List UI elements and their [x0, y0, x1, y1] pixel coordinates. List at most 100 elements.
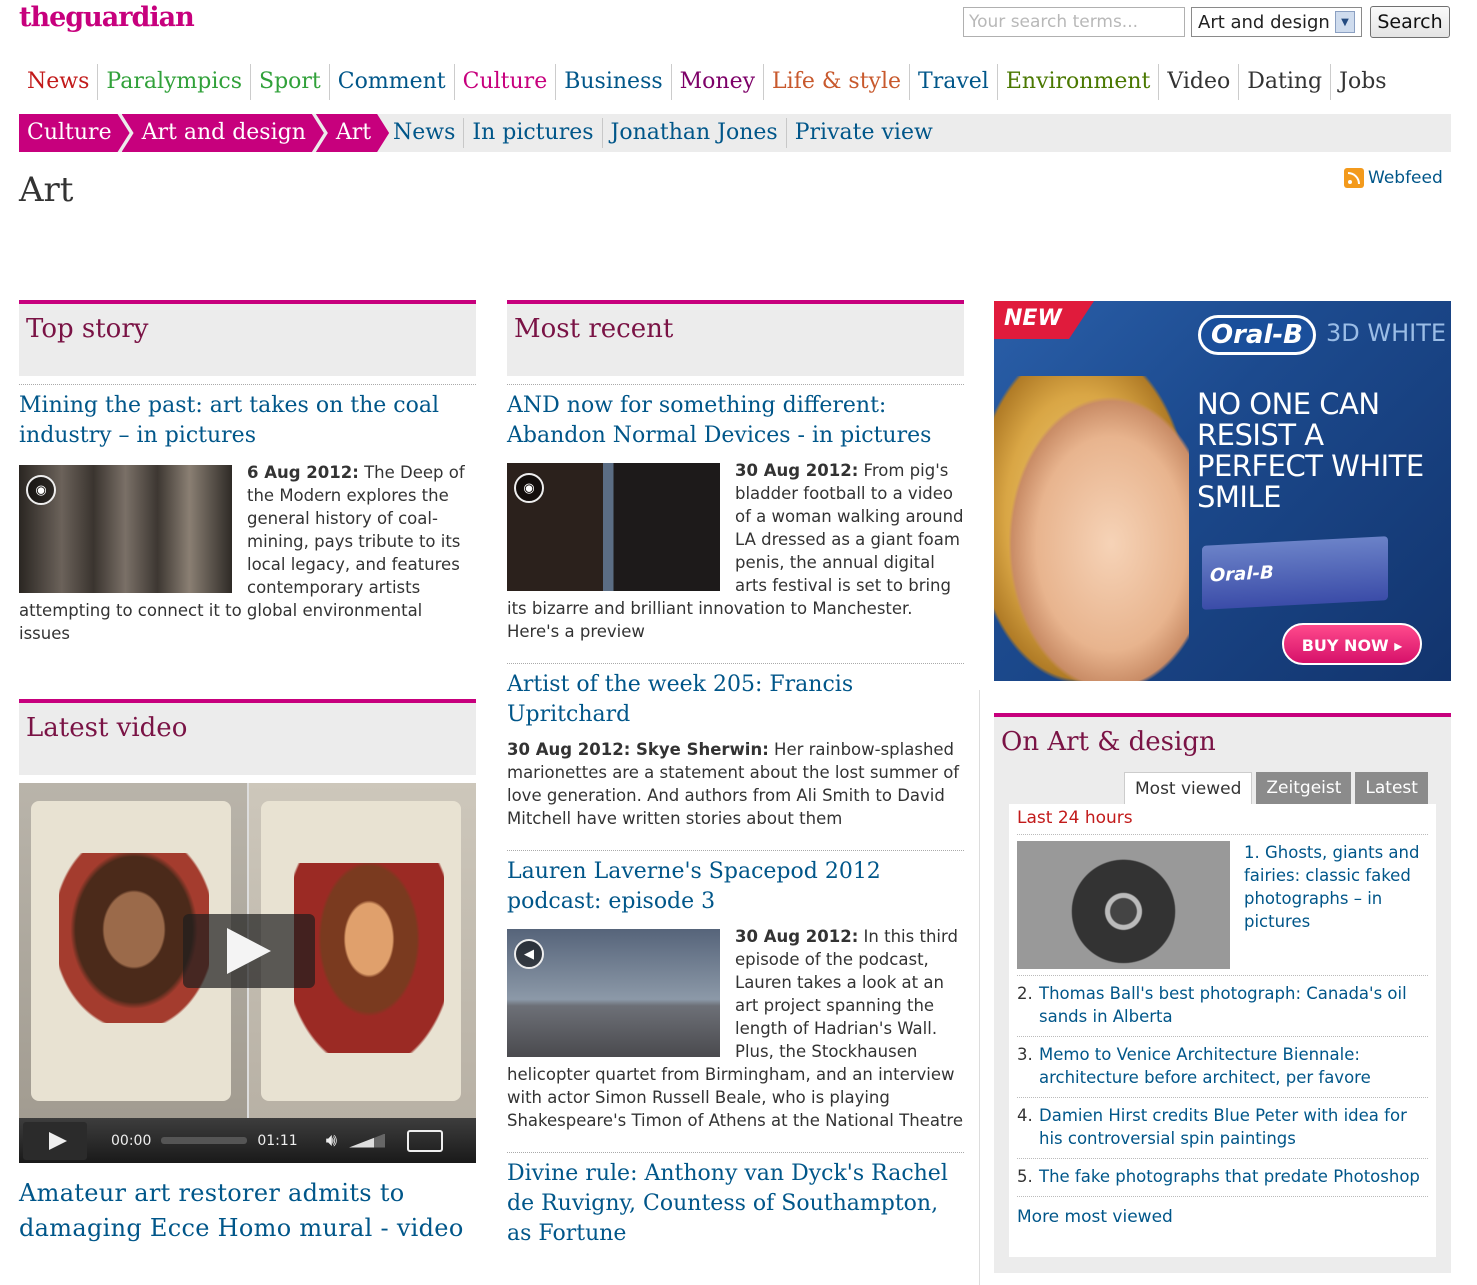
top-story-heading: Top story — [26, 314, 149, 344]
rank-number: 2. — [1017, 984, 1033, 1003]
most-viewed-item: 5. The fake photographs that predate Phot… — [1017, 1159, 1428, 1197]
rss-icon — [1344, 168, 1364, 188]
faked-photographs-photo[interactable] — [1017, 841, 1230, 969]
most-viewed-link[interactable]: Damien Hirst credits Blue Peter with ide… — [1039, 1104, 1428, 1150]
nav-news[interactable]: News — [19, 64, 99, 100]
item-date: 30 Aug 2012: — [735, 461, 859, 480]
webfeed-label: Webfeed — [1368, 168, 1443, 188]
on-art-heading: On Art & design — [1001, 727, 1216, 757]
page-title: Art — [19, 170, 74, 210]
nav-business[interactable]: Business — [556, 64, 672, 100]
video-controls: 00:00 01:11 🔊︎ — [19, 1118, 476, 1163]
latest-video-section: Latest video — [19, 699, 476, 775]
most-viewed-link[interactable]: Memo to Venice Architecture Biennale: ar… — [1039, 1043, 1428, 1089]
most-viewed-link[interactable]: The fake photographs that predate Photos… — [1039, 1165, 1420, 1188]
section-select-value: Art and design — [1198, 11, 1330, 33]
nav-dating[interactable]: Dating — [1239, 64, 1332, 100]
most-recent-headline[interactable]: Divine rule: Anthony van Dyck's Rachel d… — [507, 1159, 964, 1249]
most-viewed-link[interactable]: 1. Ghosts, giants and fairies: classic f… — [1244, 841, 1428, 969]
volume-icon[interactable]: 🔊︎ — [326, 1130, 337, 1151]
most-viewed-item: 4. Damien Hirst credits Blue Peter with i… — [1017, 1098, 1428, 1159]
most-viewed-period: Last 24 hours — [1017, 808, 1428, 835]
webfeed-link[interactable]: Webfeed — [1344, 168, 1443, 188]
subnav-news[interactable]: News — [385, 118, 465, 148]
video-current-time: 00:00 — [111, 1132, 152, 1149]
breadcrumb-culture[interactable]: Culture — [19, 114, 130, 152]
oral-b-advertisement[interactable]: NEW Oral-B 3D WHITE NO ONE CAN RESIST A … — [994, 301, 1451, 681]
most-recent-item: Artist of the week 205: Francis Upritcha… — [507, 670, 964, 830]
section-select[interactable]: Art and design ▼ — [1191, 7, 1362, 37]
audio-icon: ◀︎ — [514, 939, 544, 969]
camera-icon: ◉ — [26, 475, 56, 505]
most-viewed-item: 2. Thomas Ball's best photograph: Canada'… — [1017, 976, 1428, 1037]
search-input[interactable] — [963, 7, 1185, 37]
video-player[interactable]: 00:00 01:11 🔊︎ — [19, 783, 476, 1163]
nav-environment[interactable]: Environment — [998, 64, 1160, 100]
ad-new-badge: NEW — [994, 301, 1094, 339]
breadcrumb-art[interactable]: Art — [316, 114, 389, 152]
nav-video[interactable]: Video — [1159, 64, 1240, 100]
latest-video-header: Latest video — [19, 699, 476, 775]
subnav-links: News In pictures Jonathan Jones Private … — [385, 114, 941, 152]
most-recent-headline[interactable]: Artist of the week 205: Francis Upritcha… — [507, 670, 964, 730]
top-story-header: Top story — [19, 300, 476, 376]
most-viewed-link[interactable]: Thomas Ball's best photograph: Canada's … — [1039, 982, 1428, 1028]
play-icon[interactable] — [23, 1121, 87, 1160]
top-story-headline[interactable]: Mining the past: art takes on the coal i… — [19, 391, 476, 451]
more-most-viewed-link[interactable]: More most viewed — [1017, 1197, 1428, 1227]
play-overlay-icon[interactable] — [183, 914, 315, 988]
nav-travel[interactable]: Travel — [910, 64, 998, 100]
main-navigation: News Paralympics Sport Comment Culture B… — [19, 64, 1395, 100]
guardian-logo[interactable]: theguardian — [19, 2, 195, 33]
tab-zeitgeist[interactable]: Zeitgeist — [1256, 772, 1352, 804]
on-art-design-section: On Art & design Most viewed Zeitgeist La… — [994, 713, 1451, 1273]
chevron-down-icon[interactable]: ▼ — [1335, 11, 1355, 33]
breadcrumb-art-and-design[interactable]: Art and design — [122, 114, 324, 152]
top-story-date: 6 Aug 2012: — [247, 463, 359, 482]
breadcrumb: Culture Art and design Art — [19, 114, 389, 152]
nav-money[interactable]: Money — [672, 64, 765, 100]
ad-brand-logo: Oral-B — [1198, 315, 1316, 355]
latest-video-heading: Latest video — [26, 713, 188, 743]
coal-mining-photo[interactable]: ◉ — [19, 465, 232, 593]
search-button[interactable]: Search — [1370, 6, 1450, 38]
rank-number: 5. — [1017, 1167, 1033, 1186]
nav-jobs[interactable]: Jobs — [1331, 64, 1394, 100]
most-viewed-panel: Last 24 hours 1. Ghosts, giants and fair… — [1009, 804, 1436, 1257]
subnav-private-view[interactable]: Private view — [787, 118, 941, 148]
buy-now-button[interactable]: BUY NOW ▸ — [1282, 623, 1422, 665]
most-recent-item: AND now for something different: Abandon… — [507, 391, 964, 643]
most-recent-item: Lauren Laverne's Spacepod 2012 podcast: … — [507, 857, 964, 1132]
most-viewed-item: 1. Ghosts, giants and fairies: classic f… — [1017, 835, 1428, 976]
most-recent-heading: Most recent — [514, 314, 674, 344]
video-progress-bar[interactable] — [161, 1137, 248, 1144]
nav-paralympics[interactable]: Paralympics — [98, 64, 252, 100]
most-recent-headline[interactable]: AND now for something different: Abandon… — [507, 391, 964, 451]
subnav-in-pictures[interactable]: In pictures — [464, 118, 603, 148]
nav-comment[interactable]: Comment — [330, 64, 455, 100]
item-date: 30 Aug 2012: — [735, 927, 859, 946]
nav-culture[interactable]: Culture — [455, 64, 557, 100]
on-art-tabs: Most viewed Zeitgeist Latest — [1124, 772, 1428, 804]
tab-most-viewed[interactable]: Most viewed — [1124, 772, 1253, 804]
top-story-section: Top story Mining the past: art takes on … — [19, 300, 476, 645]
fullscreen-icon[interactable] — [407, 1129, 444, 1152]
nav-life-style[interactable]: Life & style — [764, 64, 911, 100]
volume-level[interactable] — [349, 1133, 386, 1148]
nav-sport[interactable]: Sport — [251, 64, 330, 100]
most-recent-section: Most recent AND now for something differ… — [507, 300, 964, 1249]
most-recent-item: Divine rule: Anthony van Dyck's Rachel d… — [507, 1159, 964, 1249]
latest-video-headline[interactable]: Amateur art restorer admits to damaging … — [19, 1176, 476, 1246]
spacepod-podcast-photo[interactable]: ◀︎ — [507, 929, 720, 1057]
video-duration: 01:11 — [257, 1132, 298, 1149]
logo-guardian: guardian — [65, 2, 194, 33]
ad-tagline: NO ONE CAN RESIST A PERFECT WHITE SMILE — [1197, 387, 1424, 514]
abandon-normal-devices-photo[interactable]: ◉ — [507, 463, 720, 591]
toothpaste-box-label: Oral-B — [1210, 562, 1274, 587]
item-date: 30 Aug 2012: Skye Sherwin: — [507, 740, 769, 759]
most-recent-headline[interactable]: Lauren Laverne's Spacepod 2012 podcast: … — [507, 857, 964, 917]
column-divider — [979, 690, 980, 1285]
tab-latest[interactable]: Latest — [1355, 772, 1428, 804]
subnav-jonathan-jones[interactable]: Jonathan Jones — [603, 118, 787, 148]
model-photo — [994, 376, 1189, 681]
